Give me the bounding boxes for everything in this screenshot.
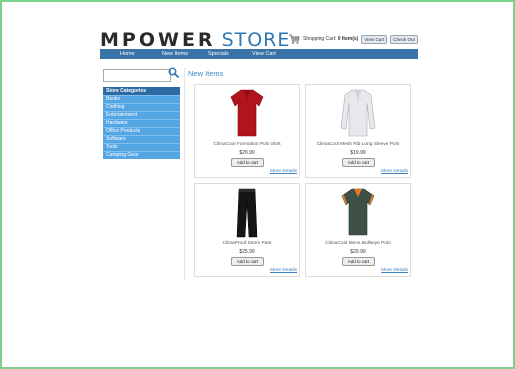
store-page: MPOWER STORE Shopping Cart: 0 Item(s) Vie… — [100, 0, 418, 369]
section-title: New Items — [188, 69, 224, 78]
nav-item-view-cart[interactable]: View Cart — [252, 51, 276, 57]
category-clothing[interactable]: Clothing — [103, 103, 180, 111]
cart-label: Shopping Cart: — [303, 36, 337, 42]
product-price: $25.99 — [239, 249, 255, 255]
shopping-cart-icon[interactable] — [288, 33, 300, 45]
store-logo[interactable]: MPOWER STORE — [100, 29, 290, 51]
white-long-sleeve-polo-image[interactable] — [340, 88, 376, 138]
nav-item-specials[interactable]: Specials — [208, 51, 229, 57]
product-price: $29.99 — [239, 150, 255, 156]
cart-count: 0 Item(s) — [337, 36, 359, 42]
product-card: ClimaCool Formation Polo Shirt $29.99 Ad… — [194, 84, 300, 178]
product-name[interactable]: ClimaCool Formation Polo Shirt — [195, 142, 299, 147]
product-card: ClimaProof Storm Pant $25.99 Add to cart… — [194, 183, 300, 277]
add-to-cart-button[interactable]: Add to cart — [231, 158, 264, 167]
search-icon[interactable] — [168, 67, 179, 78]
product-card: ClimaCool Mens Bullseye Polo $29.99 Add … — [305, 183, 411, 277]
black-pants-image[interactable] — [232, 187, 262, 239]
more-details-link[interactable]: More Details — [270, 268, 297, 273]
logo-brand: MPOWER — [100, 29, 216, 51]
category-tools[interactable]: Tools — [103, 143, 180, 151]
product-name[interactable]: ClimaCool Mens Bullseye Polo — [306, 241, 410, 246]
category-hardware[interactable]: Hardware — [103, 119, 180, 127]
check-out-button[interactable]: Check Out — [390, 34, 418, 44]
main-nav: Home New Items Specials View Cart — [100, 49, 418, 59]
add-to-cart-button[interactable]: Add to cart — [342, 257, 375, 266]
category-books[interactable]: Books — [103, 95, 180, 103]
product-card: ClimaCool Mesh Rib Long Sleeve Polo $19.… — [305, 84, 411, 178]
logo-store: STORE — [221, 29, 291, 51]
product-name[interactable]: ClimaCool Mesh Rib Long Sleeve Polo — [306, 142, 410, 147]
category-software[interactable]: Software — [103, 135, 180, 143]
red-polo-shirt-image[interactable] — [229, 88, 265, 138]
category-office-products[interactable]: Office Products — [103, 127, 180, 135]
view-cart-button[interactable]: View Cart — [361, 34, 388, 44]
content-divider — [184, 68, 185, 280]
store-categories: Store Categories Books Clothing Entertai… — [103, 87, 180, 159]
shopping-cart-bar: Shopping Cart: 0 Item(s) View Cart Check… — [288, 32, 418, 46]
categories-title: Store Categories — [103, 87, 180, 95]
product-name[interactable]: ClimaProof Storm Pant — [195, 241, 299, 246]
more-details-link[interactable]: More Details — [381, 169, 408, 174]
add-to-cart-button[interactable]: Add to cart — [342, 158, 375, 167]
product-price: $19.99 — [350, 150, 366, 156]
category-camping-gear[interactable]: Camping Gear — [103, 151, 180, 159]
green-polo-shirt-image[interactable] — [340, 187, 376, 237]
add-to-cart-button[interactable]: Add to cart — [231, 257, 264, 266]
more-details-link[interactable]: More Details — [381, 268, 408, 273]
search-input[interactable] — [103, 69, 171, 82]
nav-item-new-items[interactable]: New Items — [162, 51, 188, 57]
nav-item-home[interactable]: Home — [120, 51, 135, 57]
product-price: $29.99 — [350, 249, 366, 255]
category-entertainment[interactable]: Entertainment — [103, 111, 180, 119]
more-details-link[interactable]: More Details — [270, 169, 297, 174]
